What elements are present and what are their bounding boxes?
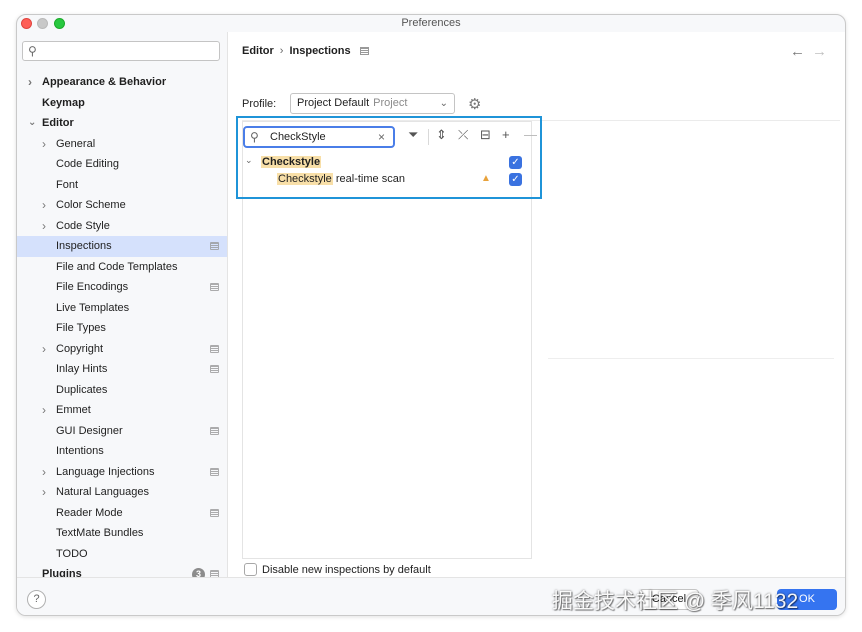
sidebar-item-label: Natural Languages [56,486,149,498]
sidebar-item-label: Inlay Hints [56,363,108,375]
project-level-icon [210,365,219,373]
settings-tree: › Appearance & Behavior Keymap ⌄ Editor › Gene… [17,72,227,585]
sidebar-item-textmate-bundles[interactable]: TextMate Bundles [17,523,227,544]
sidebar-item-live-templates[interactable]: Live Templates [17,298,227,319]
minimize-window-button[interactable] [37,18,48,29]
sidebar-item-label: Color Scheme [56,199,126,211]
project-level-icon [210,467,219,476]
sidebar-item-label: File Encodings [56,281,129,293]
sidebar-item-label: Inspections [56,240,112,252]
close-window-button[interactable] [21,18,32,29]
sidebar-item-file-encodings[interactable]: File Encodings [17,277,227,298]
breadcrumb-inspections: Inspections [289,45,351,57]
sidebar-item-intentions[interactable]: Intentions [17,441,227,462]
chevron-right-icon[interactable]: › [42,400,46,421]
sidebar-item-label: TextMate Bundles [56,527,144,539]
sidebar-item-label: Keymap [42,96,85,109]
sidebar-item-general[interactable]: › General [17,134,227,155]
sidebar-item-font[interactable]: Font [17,175,227,196]
sidebar-item-inspections[interactable]: Inspections [17,236,227,257]
sidebar-item-natural-languages[interactable]: › Natural Languages [17,482,227,503]
profile-label: Profile: [242,98,277,110]
sidebar-item-language-injections[interactable]: › Language Injections [17,462,227,483]
title-bar: Preferences [17,15,845,32]
project-level-icon [210,283,219,291]
sidebar-item-label: Intentions [56,445,104,457]
disable-new-inspections-label: Disable new inspections by default [262,564,431,576]
back-arrow-icon[interactable]: ← [790,43,805,60]
project-level-icon [210,426,219,435]
sidebar-item-label: TODO [56,547,88,560]
chevron-right-icon[interactable]: › [42,462,46,483]
sidebar-item-label: General [56,137,96,150]
profile-value: Project Default [297,97,370,109]
description-divider [548,358,834,359]
chevron-right-icon[interactable]: › [42,339,46,360]
inspections-panel: Editor › Inspections ← → Profile: Project … [227,32,845,577]
sidebar-item-label: Code Style [56,219,110,232]
sidebar-item-todo[interactable]: TODO [17,544,227,565]
sidebar-item-editor[interactable]: ⌄ Editor [17,113,227,134]
annotation-highlight-box [236,116,542,199]
project-level-icon [210,242,219,250]
sidebar-item-label: Emmet [56,404,91,416]
sidebar-item-code-editing[interactable]: Code Editing [17,154,227,175]
sidebar-item-file-and-code-templates[interactable]: File and Code Templates [17,257,227,278]
sidebar-item-label: Editor [42,117,74,129]
maximize-window-button[interactable] [54,18,65,29]
chevron-right-icon[interactable]: › [42,134,46,155]
project-level-icon [210,508,219,517]
preferences-window: Preferences ⚲ › Appearance & Behavior Keym… [16,14,846,616]
sidebar-item-label: Copyright [56,342,104,355]
sidebar-item-label: Language Injections [56,465,155,478]
sidebar-item-label: File and Code Templates [56,260,178,273]
chevron-right-icon[interactable]: › [42,482,46,503]
sidebar-item-emmet[interactable]: › Emmet [17,400,227,421]
sidebar-item-inlay-hints[interactable]: Inlay Hints [17,359,227,380]
sidebar-item-gui-designer[interactable]: GUI Designer [17,421,227,442]
sidebar-item-label: Appearance & Behavior [42,76,167,88]
sidebar-item-appearance-behavior[interactable]: › Appearance & Behavior [17,72,227,93]
forward-arrow-icon[interactable]: → [812,43,827,60]
profile-scope: Project [373,97,408,109]
profile-select[interactable]: Project Default Project ⌄ [290,93,455,114]
sidebar-item-label: Code Editing [56,158,119,170]
chevron-right-icon[interactable]: › [42,216,46,237]
sidebar-item-label: Reader Mode [56,506,123,519]
sidebar-item-label: GUI Designer [56,424,123,437]
watermark: 掘金技术社区 @ 季风1132 [552,590,799,613]
sidebar-item-label: Font [56,178,79,191]
sidebar-item-copyright[interactable]: › Copyright [17,339,227,360]
settings-search-input[interactable]: ⚲ [22,41,220,61]
chevron-right-icon[interactable]: › [42,195,46,216]
settings-sidebar: ⚲ › Appearance & Behavior Keymap ⌄ Editor › Ge… [17,32,227,581]
sidebar-item-keymap[interactable]: Keymap [17,93,227,114]
chevron-right-icon[interactable]: › [28,72,32,93]
disable-new-inspections-checkbox[interactable] [244,563,257,576]
search-icon: ⚲ [28,44,37,58]
sidebar-item-label: Live Templates [56,301,130,314]
sidebar-item-reader-mode[interactable]: Reader Mode [17,503,227,524]
sidebar-item-code-style[interactable]: › Code Style [17,216,227,237]
sidebar-item-color-scheme[interactable]: › Color Scheme [17,195,227,216]
project-level-icon [210,344,219,353]
sidebar-item-file-types[interactable]: File Types [17,318,227,339]
breadcrumb-editor[interactable]: Editor [242,45,274,57]
breadcrumb: Editor › Inspections [242,45,369,57]
chevron-down-icon: ⌄ [439,98,448,109]
project-level-icon [359,47,369,55]
gear-icon[interactable]: ⚙ [468,95,481,113]
sidebar-item-duplicates[interactable]: Duplicates [17,380,227,401]
sidebar-item-label: Duplicates [56,383,108,396]
window-title: Preferences [401,17,461,29]
help-button[interactable]: ? [27,590,46,609]
sidebar-item-label: File Types [56,322,106,334]
chevron-down-icon[interactable]: ⌄ [28,113,36,134]
breadcrumb-separator: › [279,45,284,57]
